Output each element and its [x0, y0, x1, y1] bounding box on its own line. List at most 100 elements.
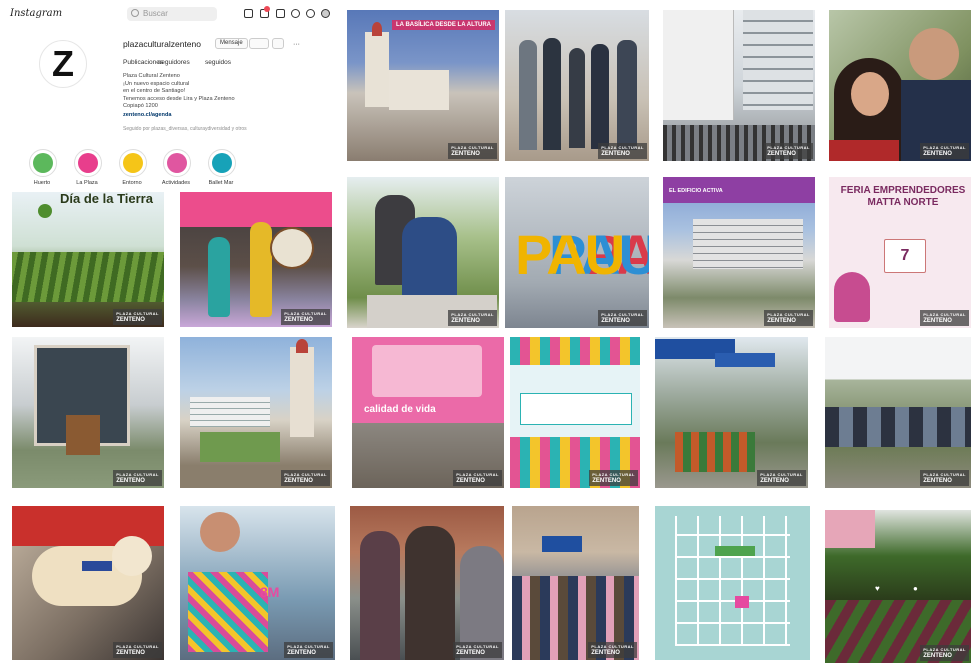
highlight-label: Actividades: [161, 180, 191, 186]
zenteno-badge: PLAZA CULTURAL ZENTENO: [448, 143, 497, 159]
post-officials[interactable]: PLAZA CULTURAL ZENTENO: [505, 10, 649, 161]
followed-by-text[interactable]: Seguido por plazas_diversas, culturaydiv…: [123, 126, 247, 132]
dancer: [250, 222, 272, 317]
zenteno-badge: PLAZA CULTURAL ZENTENO: [281, 470, 330, 486]
profile-username: plazaculturalzenteno: [123, 39, 201, 49]
post-reading-group[interactable]: PLAZA CULTURAL ZENTENO: [825, 337, 971, 488]
bio-line: Copiapó 1200: [123, 103, 158, 109]
zenteno-badge: PLAZA CULTURAL ZENTENO: [281, 309, 330, 325]
highlight-la-plaza[interactable]: [74, 149, 102, 177]
zenteno-badge: PLAZA CULTURAL ZENTENO: [757, 470, 806, 486]
seated-group: [825, 407, 971, 447]
building: [190, 397, 270, 427]
more-options-button[interactable]: [272, 38, 284, 49]
illustration: [834, 272, 870, 322]
post-basilica[interactable]: LA BASÍLICA DESDE LA ALTURA PLAZA CULTUR…: [347, 10, 499, 161]
highlight-label: La Plaza: [76, 180, 98, 186]
info-box: [520, 393, 632, 425]
post-aerial-view[interactable]: PLAZA CULTURAL ZENTENO: [180, 337, 332, 488]
message-button[interactable]: Mensaje: [215, 38, 248, 49]
post-crowd-building[interactable]: PLAZA CULTURAL ZENTENO: [663, 10, 815, 161]
person-figure: [402, 217, 457, 302]
post-8m[interactable]: 8M PLAZA CULTURAL ZENTENO: [180, 506, 335, 660]
highlight-label: Huerto: [33, 180, 51, 186]
search-icon: [131, 9, 139, 17]
post-caption: LA BASÍLICA DESDE LA ALTURA: [392, 20, 495, 30]
post-info-graphic[interactable]: PLAZA CULTURAL ZENTENO: [510, 337, 640, 488]
post-edificio[interactable]: EL EDIFICIO ACTIVA PLAZA CULTURAL ZENTENO: [663, 177, 815, 328]
dog-head: [112, 536, 152, 576]
post-feria[interactable]: FERIA EMPRENDEDORES MATTA NORTE 7 PLAZA …: [829, 177, 971, 328]
zenteno-badge: PLAZA CULTURAL ZENTENO: [113, 642, 162, 658]
profile-avatar: Z: [39, 40, 87, 88]
pink-corner: [825, 510, 875, 548]
search-input[interactable]: Buscar: [127, 7, 217, 21]
plaza-icon: [78, 153, 98, 173]
zenteno-badge: PLAZA CULTURAL ZENTENO: [453, 642, 502, 658]
comment-icon: ●: [913, 584, 918, 593]
post-caption: FERIA EMPRENDEDORES MATTA NORTE: [840, 185, 966, 208]
church-dome: [372, 22, 382, 36]
person-face: [851, 72, 889, 116]
zenteno-badge: PLAZA CULTURAL ZENTENO: [453, 470, 502, 486]
canopy: [542, 536, 582, 552]
highlight-label: Ballet Mar: [208, 180, 234, 186]
zenteno-badge: PLAZA CULTURAL ZENTENO: [920, 470, 969, 486]
zenteno-badge: PLAZA CULTURAL ZENTENO: [764, 310, 813, 326]
highlight-ballet[interactable]: [208, 149, 236, 177]
post-pau-letters[interactable]: PAU PLAZA CULTURAL ZENTENO: [505, 177, 649, 328]
post-dog[interactable]: PLAZA CULTURAL ZENTENO: [12, 506, 164, 660]
post-lettuce[interactable]: ♥ ● PLAZA CULTURAL ZENTENO: [825, 510, 971, 663]
person-jacket: [829, 140, 899, 161]
follow-button[interactable]: [249, 38, 269, 49]
highlight-entorno[interactable]: [119, 149, 147, 177]
plants: [12, 252, 164, 302]
more-icon[interactable]: ···: [293, 41, 300, 48]
zenteno-badge: PLAZA CULTURAL ZENTENO: [764, 143, 813, 159]
post-couple[interactable]: PLAZA CULTURAL ZENTENO: [829, 10, 971, 161]
bio-line: ¡Un nuevo espacio cultural: [123, 80, 190, 87]
like-count-overlay: ♥: [875, 584, 880, 593]
post-dancers[interactable]: PLAZA CULTURAL ZENTENO: [180, 192, 332, 327]
entorno-icon: [123, 153, 143, 173]
home-icon[interactable]: [244, 9, 253, 18]
post-building-entrance[interactable]: PLAZA CULTURAL ZENTENO: [12, 337, 164, 488]
park-area: [715, 546, 755, 556]
zenteno-badge: PLAZA CULTURAL ZENTENO: [598, 310, 647, 326]
post-calidad-vida[interactable]: calidad de vida PLAZA CULTURAL ZENTENO: [352, 337, 504, 488]
post-women-group[interactable]: PLAZA CULTURAL ZENTENO: [350, 506, 504, 660]
instagram-logo[interactable]: Instagram: [10, 8, 62, 19]
followers-count[interactable]: seguidores: [158, 59, 190, 66]
post-seated-people[interactable]: PLAZA CULTURAL ZENTENO: [347, 177, 499, 328]
profile-avatar-icon[interactable]: [321, 9, 330, 18]
person-figure: [519, 40, 537, 150]
post-caption: calidad de vida: [364, 404, 436, 415]
dog-harness: [82, 561, 112, 571]
post-caption: PAU: [515, 223, 625, 286]
person-face: [200, 512, 240, 552]
new-post-icon[interactable]: [276, 9, 285, 18]
activity-icon: [167, 153, 187, 173]
map-pin: [735, 596, 749, 608]
highlight-actividades[interactable]: [163, 149, 191, 177]
explore-icon[interactable]: [291, 9, 300, 18]
person-face: [909, 28, 959, 80]
bio-link[interactable]: zenteno.cl/agenda: [123, 112, 172, 120]
following-count[interactable]: seguidos: [205, 59, 231, 66]
canopy: [715, 353, 775, 367]
post-market[interactable]: PLAZA CULTURAL ZENTENO: [655, 337, 808, 488]
highlight-huerto[interactable]: [29, 149, 57, 177]
heart-icon[interactable]: [306, 9, 315, 18]
person-figure: [543, 38, 561, 150]
post-dia-tierra[interactable]: Día de la Tierra PLAZA CULTURAL ZENTENO: [12, 192, 164, 327]
church-tower: [365, 32, 389, 107]
leaf-icon: [38, 204, 52, 218]
zenteno-badge: PLAZA CULTURAL ZENTENO: [589, 470, 638, 486]
post-map[interactable]: [655, 506, 810, 660]
building: [663, 10, 734, 120]
dancer: [208, 237, 230, 317]
post-audience[interactable]: PLAZA CULTURAL ZENTENO: [512, 506, 639, 660]
zenteno-badge: PLAZA CULTURAL ZENTENO: [598, 143, 647, 159]
bio-line: Tenemos acceso desde Lira y Plaza Zenten…: [123, 95, 235, 102]
post-caption: Día de la Tierra: [60, 192, 153, 206]
